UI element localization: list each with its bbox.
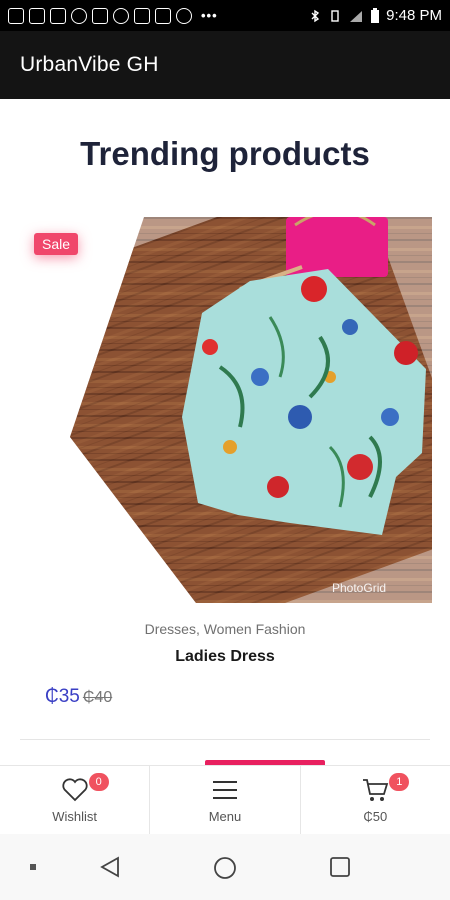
instagram-icon [71, 7, 87, 24]
voicemail-icon [50, 7, 66, 24]
more-notifications-icon: ••• [201, 8, 218, 23]
home-icon[interactable] [213, 856, 237, 880]
youtube-icon [8, 7, 24, 24]
wishlist-count-badge: 0 [88, 772, 109, 791]
menu-label: Menu [208, 808, 242, 824]
app-icon [134, 7, 150, 24]
main-content: Trending products PhotoGrid Sale Dresses… [0, 99, 450, 765]
indicator-dot [30, 864, 36, 870]
app-bar: UrbanVibe GH [0, 31, 450, 99]
linkedin-icon [92, 7, 108, 24]
cart-total-label: ₵50 [363, 808, 388, 824]
instagram-icon-2 [113, 7, 129, 24]
section-title: Trending products [80, 135, 370, 172]
back-icon[interactable] [99, 856, 121, 878]
heart-icon [62, 777, 88, 801]
product-old-price: ₵40 [82, 689, 113, 706]
vibrate-icon [331, 9, 339, 22]
cart-count-badge: 1 [389, 772, 410, 791]
bluetooth-icon [311, 9, 320, 22]
linkedin-icon-2 [155, 7, 171, 24]
photogrid-watermark: PhotoGrid [332, 581, 386, 595]
product-divider [20, 739, 430, 740]
nav-menu[interactable]: Menu [150, 766, 301, 834]
status-bar: ••• 9:48 PM [0, 0, 450, 31]
bottom-navigation: 0 Wishlist Menu 1 ₵50 [0, 765, 450, 834]
nav-wishlist[interactable]: 0 Wishlist [0, 766, 151, 834]
hamburger-menu-icon [212, 780, 237, 799]
cart-icon [363, 778, 389, 801]
product-name[interactable]: Ladies Dress [0, 648, 450, 666]
wishlist-label: Wishlist [52, 808, 98, 824]
xender-icon [176, 7, 192, 24]
product-image[interactable]: PhotoGrid [70, 217, 432, 603]
nav-cart[interactable]: 1 ₵50 [301, 766, 450, 834]
price-row: ₵35 ₵40 [45, 686, 112, 708]
gallery-icon [29, 7, 45, 24]
product-price: ₵35 [45, 686, 80, 707]
battery-icon [371, 7, 380, 23]
notification-icons: ••• [8, 7, 218, 24]
app-title: UrbanVibe GH [20, 53, 159, 76]
status-time: 9:48 PM [386, 7, 442, 24]
sale-badge: Sale [34, 233, 79, 255]
product-categories[interactable]: Dresses, Women Fashion [0, 621, 450, 637]
recents-icon[interactable] [329, 856, 351, 878]
signal-icon [350, 10, 363, 22]
system-navigation-bar [0, 834, 450, 900]
system-status: 9:48 PM [308, 7, 442, 24]
